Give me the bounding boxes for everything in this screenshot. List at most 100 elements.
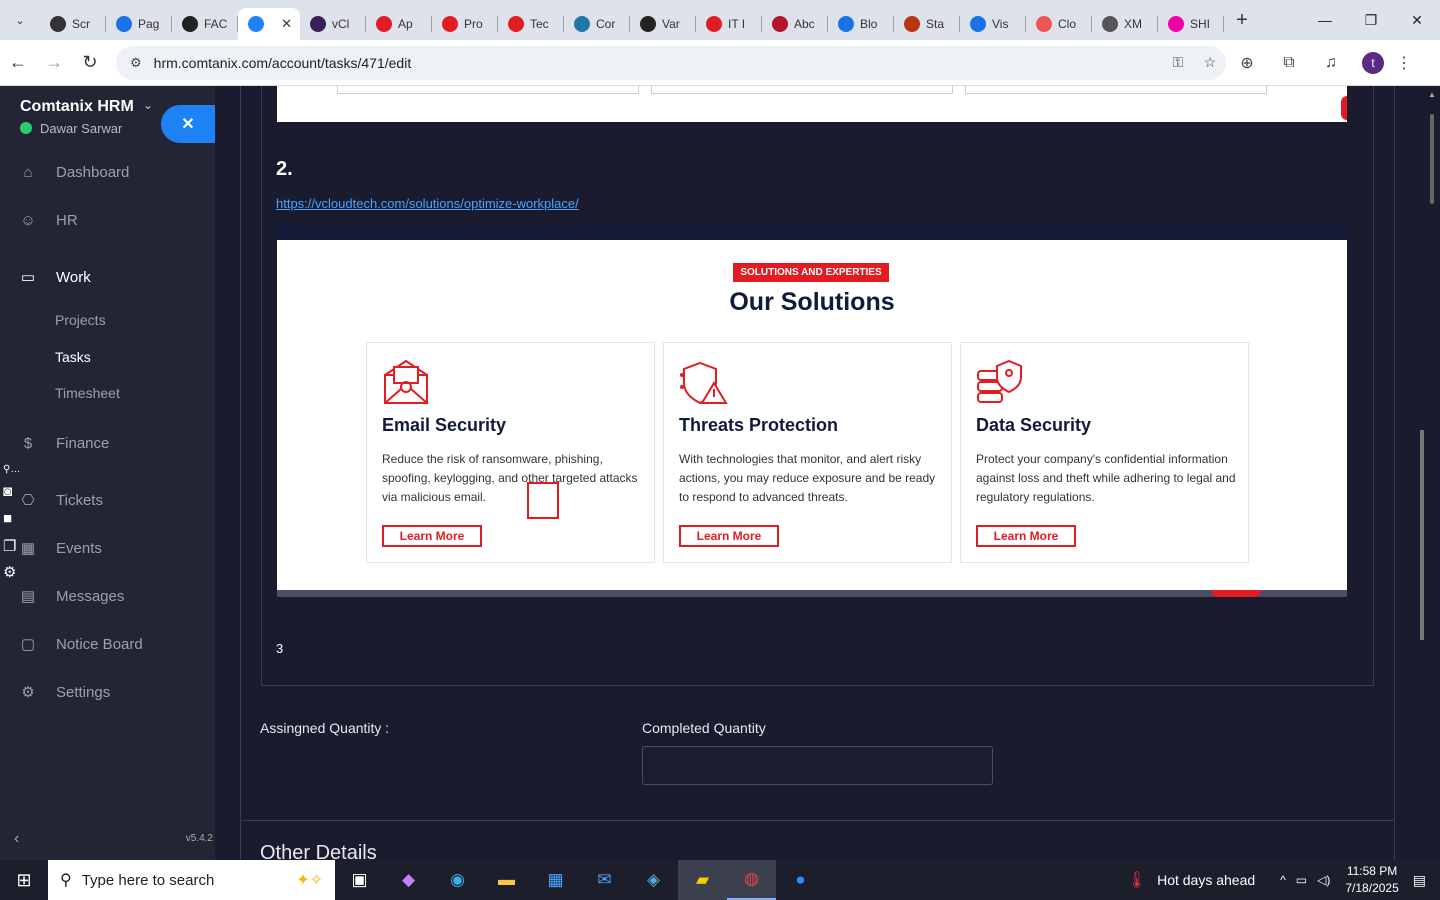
site-info-icon[interactable]: ⚙ xyxy=(130,55,142,71)
tab-label: Scr xyxy=(72,17,90,31)
inner-scroll-thumb[interactable] xyxy=(1420,430,1424,640)
tab-close-icon[interactable]: ✕ xyxy=(281,16,292,32)
extensions-icon[interactable]: ⧉ xyxy=(1268,54,1310,72)
sidebar: Comtanix HRM ⌄ Dawar Sarwar ✕ ⌂ Dashboard… xyxy=(0,86,215,860)
taskbar-search[interactable]: ⚲ Type here to search ✦✧ xyxy=(48,860,335,900)
scroll-up-icon[interactable]: ▲ xyxy=(1428,90,1436,99)
brand-name[interactable]: Comtanix HRM xyxy=(20,98,134,116)
edge-icon[interactable]: ◉ xyxy=(433,860,482,900)
clock-date: 7/18/2025 xyxy=(1345,881,1399,895)
sidebar-item-work[interactable]: ▭ Work xyxy=(20,268,91,287)
weather-widget[interactable]: 🌡 Hot days ahead xyxy=(1127,870,1255,890)
tool-dots-icon[interactable]: ⚲… xyxy=(3,464,20,475)
browser-tab[interactable]: IT I xyxy=(696,8,762,40)
selection-rectangle[interactable] xyxy=(527,482,559,519)
profile-avatar[interactable]: t xyxy=(1362,51,1384,74)
url-text[interactable]: hrm.comtanix.com/account/tasks/471/edit xyxy=(154,55,1162,71)
tab-label: Abc xyxy=(794,17,815,31)
notification-icon[interactable]: ▤ xyxy=(1413,872,1426,889)
image-column xyxy=(651,86,953,94)
media-control-icon[interactable]: ♫ xyxy=(1310,54,1352,72)
password-key-icon[interactable]: ⚿ xyxy=(1162,54,1194,71)
collapse-sidebar-icon[interactable]: ‹ xyxy=(14,830,19,848)
browser-tab[interactable]: vCl xyxy=(300,8,366,40)
system-clock[interactable]: 11:58 PM 7/18/2025 xyxy=(1345,863,1398,897)
sidebar-item-notice-board[interactable]: ▢ Notice Board xyxy=(20,635,143,654)
chrome-icon[interactable]: ◍ xyxy=(727,860,776,900)
zoom-icon[interactable]: ● xyxy=(776,860,825,900)
copilot-icon[interactable]: ◆ xyxy=(384,860,433,900)
browser-tab[interactable]: Blo xyxy=(828,8,894,40)
browser-tab[interactable]: ✕ xyxy=(238,8,300,40)
address-bar[interactable]: ⚙ hrm.comtanix.com/account/tasks/471/edi… xyxy=(116,45,1226,80)
browser-tab[interactable]: Clo xyxy=(1026,8,1092,40)
sidebar-item-finance[interactable]: $ Finance xyxy=(20,435,110,452)
chrome-menu-icon[interactable]: ⋮ xyxy=(1394,53,1414,73)
browser-tab[interactable]: FAC xyxy=(172,8,238,40)
browser-tab[interactable]: Scr xyxy=(40,8,106,40)
tool-gear-icon[interactable]: ⚙ xyxy=(3,563,16,581)
tab-favicon-icon xyxy=(838,16,854,32)
minimize-icon[interactable]: — xyxy=(1302,12,1348,29)
sidebar-item-hr[interactable]: ☺ HR xyxy=(20,212,77,229)
sidebar-item-settings[interactable]: ⚙ Settings xyxy=(20,683,110,702)
store-icon[interactable]: ▦ xyxy=(531,860,580,900)
file-explorer-icon[interactable]: ▬ xyxy=(482,860,531,900)
bookmark-star-icon[interactable]: ☆ xyxy=(1194,54,1226,71)
learn-more-button[interactable]: Learn More xyxy=(382,525,482,547)
forward-icon[interactable]: → xyxy=(36,52,72,73)
sidebar-item-events[interactable]: ▦ Events xyxy=(20,539,102,558)
browser-tab[interactable]: Cor xyxy=(564,8,630,40)
tab-favicon-icon xyxy=(970,16,986,32)
chevron-down-icon[interactable]: ⌄ xyxy=(143,98,153,112)
translate-icon[interactable]: ⊕ xyxy=(1226,53,1268,73)
sidebar-item-dashboard[interactable]: ⌂ Dashboard xyxy=(20,164,129,181)
tab-favicon-icon xyxy=(182,16,198,32)
card-description: Protect your company's confidential info… xyxy=(976,452,1236,504)
app-icon[interactable]: ◈ xyxy=(629,860,678,900)
sticky-notes-icon[interactable]: ▰ xyxy=(678,860,727,900)
solutions-link[interactable]: https://vcloudtech.com/solutions/optimiz… xyxy=(276,196,579,211)
card-title: Data Security xyxy=(976,415,1092,435)
maximize-icon[interactable]: ❐ xyxy=(1348,12,1394,29)
windows-start-icon[interactable]: ⊞ xyxy=(0,860,48,900)
other-details-heading: Other Details xyxy=(260,842,377,860)
browser-tab[interactable]: Abc xyxy=(762,8,828,40)
learn-more-button[interactable]: Learn More xyxy=(976,525,1076,547)
browser-tab[interactable]: Tec xyxy=(498,8,564,40)
sidebar-subitem-tasks[interactable]: Tasks xyxy=(55,349,91,365)
browser-tab[interactable]: XM xyxy=(1092,8,1158,40)
sidebar-item-messages[interactable]: ▤ Messages xyxy=(20,587,124,606)
browser-tab[interactable]: Ap xyxy=(366,8,432,40)
page-scrollbar[interactable]: ▲ xyxy=(1425,86,1440,860)
learn-more-button[interactable]: Learn More xyxy=(679,525,779,547)
video-icon[interactable]: ■ xyxy=(3,510,12,527)
sidebar-subitem-timesheet[interactable]: Timesheet xyxy=(55,385,120,401)
reload-icon[interactable]: ↻ xyxy=(72,52,108,73)
tab-label: Clo xyxy=(1058,17,1077,31)
browser-tab[interactable]: Pro xyxy=(432,8,498,40)
back-icon[interactable]: ← xyxy=(0,52,36,73)
browser-tab[interactable]: Pag xyxy=(106,8,172,40)
copy-icon[interactable]: ❐ xyxy=(3,537,16,555)
browser-tab[interactable]: SHI xyxy=(1158,8,1224,40)
scroll-thumb[interactable] xyxy=(1430,114,1434,204)
browser-tab[interactable]: Vis xyxy=(960,8,1026,40)
sidebar-subitem-projects[interactable]: Projects xyxy=(55,312,106,328)
volume-icon[interactable]: ◁) xyxy=(1317,873,1330,887)
camera-icon[interactable]: ◙ xyxy=(3,483,12,500)
tab-favicon-icon xyxy=(904,16,920,32)
sidebar-item-tickets[interactable]: ⎔ Tickets xyxy=(20,491,103,510)
tab-favicon-icon xyxy=(508,16,524,32)
mail-icon[interactable]: ✉ xyxy=(580,860,629,900)
completed-quantity-input[interactable] xyxy=(642,746,993,785)
new-tab-button[interactable]: + xyxy=(1224,9,1260,32)
network-icon[interactable]: ▭ xyxy=(1296,873,1307,887)
browser-tab[interactable]: Var xyxy=(630,8,696,40)
chevron-up-icon[interactable]: ^ xyxy=(1280,873,1286,887)
close-window-icon[interactable]: ✕ xyxy=(1394,12,1440,29)
tab-search-icon[interactable]: ⌄ xyxy=(0,0,40,40)
close-sidebar-button[interactable]: ✕ xyxy=(161,105,215,143)
browser-tab[interactable]: Sta xyxy=(894,8,960,40)
task-view-icon[interactable]: ▣ xyxy=(335,860,384,900)
